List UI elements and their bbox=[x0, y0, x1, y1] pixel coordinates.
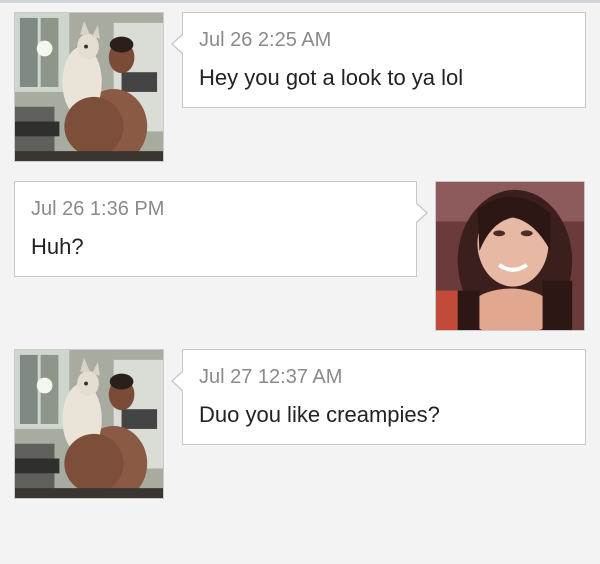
sender-avatar-man-with-dog[interactable] bbox=[14, 12, 164, 162]
message-text: Duo you like creampies? bbox=[199, 402, 440, 427]
sender-avatar-woman-selfie[interactable] bbox=[435, 181, 585, 331]
message-bubble[interactable]: Jul 26 2:25 AM Hey you got a look to ya … bbox=[171, 12, 586, 108]
message-bubble[interactable]: Jul 27 12:37 AM Duo you like creampies? bbox=[171, 349, 586, 445]
message-text: Huh? bbox=[31, 234, 84, 259]
sender-avatar-man-with-dog[interactable] bbox=[14, 349, 164, 499]
message-bubble[interactable]: Jul 26 1:36 PM Huh? bbox=[14, 181, 428, 277]
man-with-dog-photo bbox=[15, 13, 163, 161]
message-text: Hey you got a look to ya lol bbox=[199, 65, 464, 90]
message-timestamp: Jul 26 1:36 PM bbox=[31, 198, 165, 220]
man-with-dog-photo bbox=[15, 350, 163, 498]
message-timestamp: Jul 27 12:37 AM bbox=[199, 366, 343, 388]
message-timestamp: Jul 26 2:25 AM bbox=[199, 29, 332, 51]
woman-selfie-photo bbox=[436, 182, 584, 330]
top-divider bbox=[0, 0, 600, 3]
